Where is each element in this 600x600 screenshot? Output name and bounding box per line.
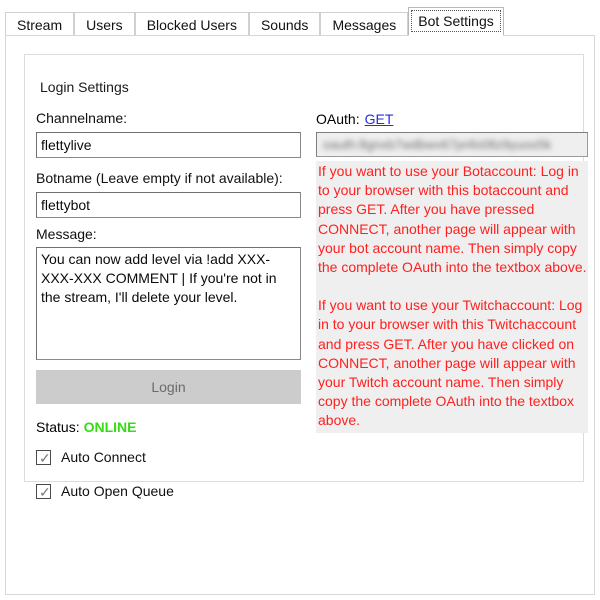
- bot-settings-tab-page: Login Settings Channelname: Botname (Lea…: [5, 35, 595, 595]
- botname-label: Botname (Leave empty if not available):: [36, 170, 283, 186]
- tab-stream[interactable]: Stream: [5, 12, 75, 37]
- oauth-get-link[interactable]: GET: [365, 111, 394, 127]
- checkmark-icon: ✓: [39, 483, 51, 500]
- tab-blocked-users-label: Blocked Users: [146, 17, 237, 33]
- status-row: Status: ONLINE: [36, 419, 136, 435]
- status-badge: ONLINE: [83, 419, 137, 435]
- tab-blocked-users[interactable]: Blocked Users: [134, 12, 249, 37]
- tab-messages-label: Messages: [332, 17, 397, 33]
- status-label: Status:: [36, 419, 80, 435]
- auto-connect-label: Auto Connect: [61, 449, 146, 465]
- tab-stream-label: Stream: [17, 17, 63, 33]
- message-textarea[interactable]: You can now add level via !add XXX-XXX-X…: [36, 247, 301, 360]
- oauth-row: OAuth: GET: [316, 111, 393, 127]
- oauth-help-paragraph-2: If you want to use your Twitchaccount: L…: [318, 297, 583, 429]
- checkbox-icon[interactable]: ✓: [36, 483, 51, 500]
- oauth-token-input[interactable]: oauth:8gnxb7wdbwv67pnfo08z9yuoo5k: [316, 132, 588, 157]
- message-label: Message:: [36, 226, 97, 242]
- auto-open-queue-checkbox-row[interactable]: ✓ Auto Open Queue: [36, 483, 174, 500]
- tab-users-label: Users: [86, 17, 123, 33]
- oauth-help-text: If you want to use your Botaccount: Log …: [316, 161, 588, 433]
- botname-input[interactable]: [36, 192, 301, 218]
- tab-messages[interactable]: Messages: [320, 12, 409, 37]
- tab-bot-settings-label: Bot Settings: [418, 13, 494, 29]
- checkbox-icon[interactable]: ✓: [36, 449, 51, 466]
- tab-strip: Stream Users Blocked Users Sounds Messag…: [5, 6, 595, 37]
- tab-bot-settings[interactable]: Bot Settings: [408, 7, 504, 36]
- oauth-help-paragraph-1: If you want to use your Botaccount: Log …: [318, 163, 587, 276]
- tab-sounds[interactable]: Sounds: [248, 12, 321, 37]
- login-button[interactable]: Login: [36, 370, 301, 404]
- login-settings-title: Login Settings: [36, 80, 133, 94]
- auto-open-queue-label: Auto Open Queue: [61, 483, 174, 499]
- oauth-label: OAuth:: [316, 111, 360, 127]
- oauth-token-masked-value: oauth:8gnxb7wdbwv67pnfo08z9yuoo5k: [323, 137, 552, 152]
- tab-sounds-label: Sounds: [260, 17, 309, 33]
- checkmark-icon: ✓: [39, 449, 51, 466]
- tab-users[interactable]: Users: [74, 12, 135, 37]
- channelname-input[interactable]: [36, 132, 301, 158]
- channelname-label: Channelname:: [36, 110, 128, 126]
- auto-connect-checkbox-row[interactable]: ✓ Auto Connect: [36, 449, 146, 466]
